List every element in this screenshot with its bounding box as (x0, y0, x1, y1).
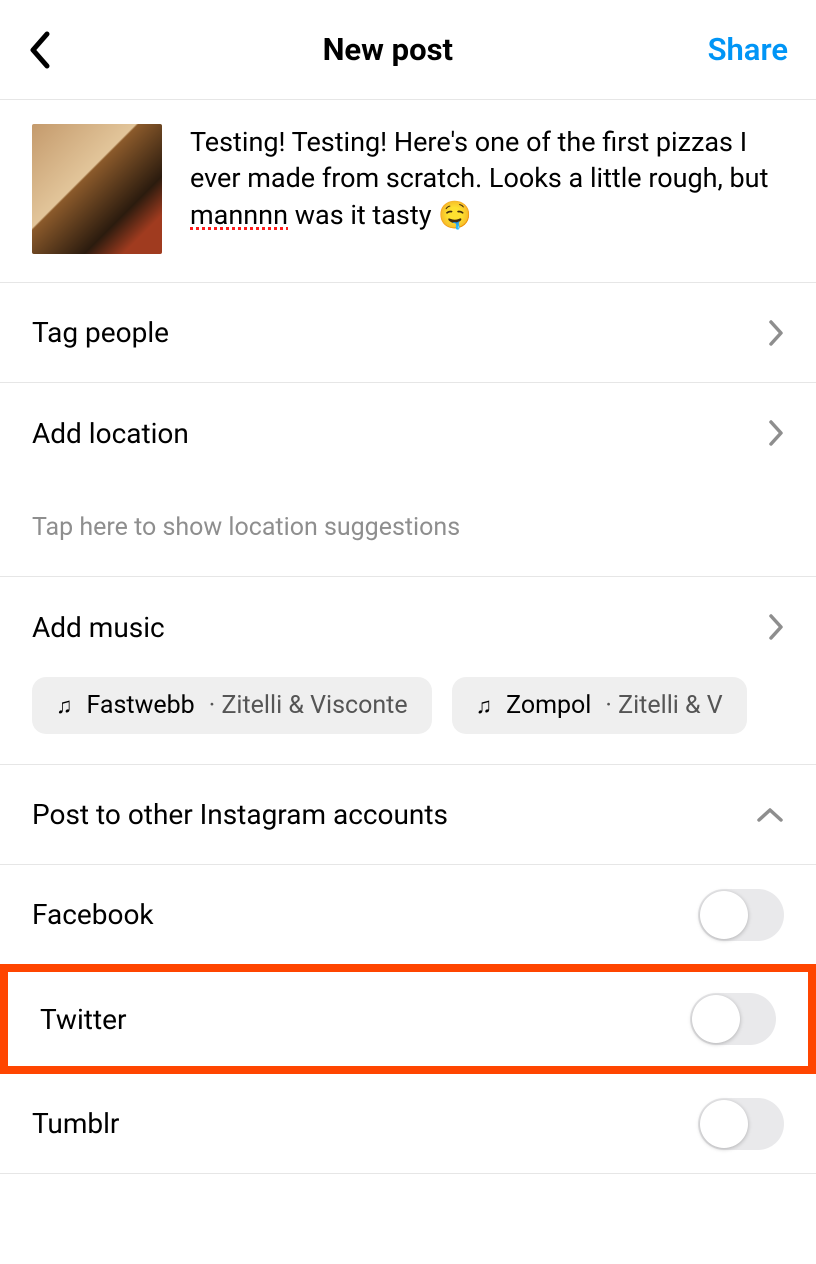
music-chip-title: Fastwebb (87, 691, 195, 720)
music-chip[interactable]: ♫ Zompol · Zitelli & V (452, 677, 747, 734)
chevron-up-icon (756, 807, 784, 823)
compose-area: Testing! Testing! Here's one of the firs… (0, 100, 816, 283)
music-section: Add music ♫ Fastwebb · Zitelli & Viscont… (0, 577, 816, 765)
share-facebook-label: Facebook (32, 898, 154, 931)
post-thumbnail[interactable] (32, 124, 162, 254)
twitter-highlight: Twitter (0, 964, 816, 1074)
twitter-toggle[interactable] (690, 993, 776, 1045)
music-chip-artist: Zitelli & V (618, 691, 723, 720)
add-music-row[interactable]: Add music (0, 577, 816, 677)
share-tumblr-label: Tumblr (32, 1107, 119, 1140)
add-music-label: Add music (32, 611, 165, 644)
chevron-right-icon (768, 613, 784, 641)
music-chip-artist: Zitelli & Visconte (221, 691, 407, 720)
page-title: New post (68, 31, 708, 68)
tag-people-label: Tag people (32, 316, 169, 349)
back-button[interactable] (28, 31, 68, 69)
music-chip[interactable]: ♫ Fastwebb · Zitelli & Visconte (32, 677, 432, 734)
chevron-right-icon (768, 419, 784, 447)
music-note-icon: ♫ (476, 693, 493, 719)
music-chip-title: Zompol (506, 691, 591, 720)
tag-people-row[interactable]: Tag people (0, 283, 816, 383)
chevron-left-icon (28, 31, 50, 69)
share-twitter-label: Twitter (40, 1003, 126, 1036)
music-suggestions: ♫ Fastwebb · Zitelli & Visconte ♫ Zompol… (0, 677, 816, 734)
post-other-accounts-label: Post to other Instagram accounts (32, 798, 448, 831)
add-location-row[interactable]: Add location (0, 383, 816, 483)
music-note-icon: ♫ (56, 693, 73, 719)
caption-misspelled-word: mannnn (190, 199, 288, 231)
post-other-accounts-row[interactable]: Post to other Instagram accounts (0, 765, 816, 865)
chevron-right-icon (768, 319, 784, 347)
caption-text-post: was it tasty 🤤 (288, 199, 472, 231)
facebook-toggle[interactable] (698, 889, 784, 941)
share-button[interactable]: Share (708, 31, 788, 68)
share-tumblr-row: Tumblr (0, 1074, 816, 1174)
add-location-label: Add location (32, 417, 189, 450)
caption-text-pre: Testing! Testing! Here's one of the firs… (190, 126, 768, 194)
tumblr-toggle[interactable] (698, 1098, 784, 1150)
share-facebook-row: Facebook (0, 865, 816, 965)
share-twitter-row: Twitter (8, 972, 808, 1066)
header: New post Share (0, 0, 816, 100)
caption-input[interactable]: Testing! Testing! Here's one of the firs… (190, 124, 784, 254)
location-suggestions-hint[interactable]: Tap here to show location suggestions (0, 483, 816, 577)
